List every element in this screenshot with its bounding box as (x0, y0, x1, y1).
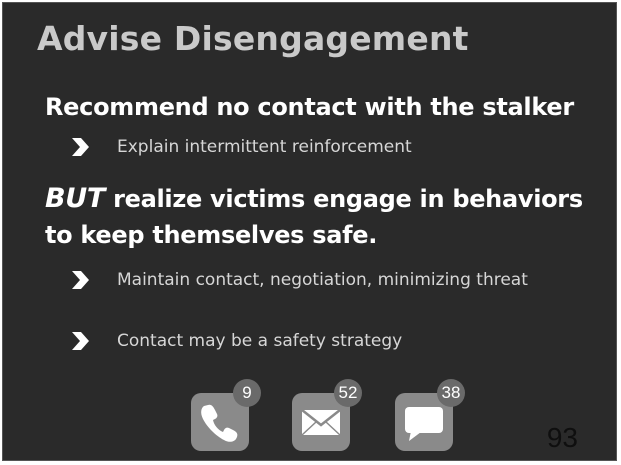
messages-badge: 38 (437, 379, 465, 407)
chevron-right-icon (72, 138, 89, 156)
phone-badge: 9 (233, 379, 261, 407)
section-heading-but: BUT realize victims engage in behaviors … (45, 181, 605, 253)
bullet-item: Contact may be a safety strategy (69, 330, 402, 352)
app-icon-row: 9 52 38 (191, 379, 491, 459)
bullet-item: Maintain contact, negotiation, minimizin… (69, 269, 528, 291)
mail-app: 52 (292, 379, 362, 451)
heading-rest: realize victims engage in behaviors to k… (45, 185, 583, 249)
bullet-text: Explain intermittent reinforcement (117, 137, 412, 157)
bullet-text: Contact may be a safety strategy (117, 331, 403, 351)
chevron-right-icon (72, 271, 89, 289)
page-number: 93 (546, 422, 578, 453)
heading-emphasis: BUT (45, 183, 106, 214)
phone-app: 9 (191, 379, 261, 451)
mail-badge: 52 (334, 379, 362, 407)
chevron-right-icon (72, 332, 89, 350)
section-heading-no-contact: Recommend no contact with the stalker (45, 93, 574, 121)
messages-app: 38 (395, 379, 465, 451)
bullet-text: Maintain contact, negotiation, minimizin… (117, 270, 528, 290)
slide-title: Advise Disengagement (37, 19, 469, 58)
slide: Advise Disengagement Recommend no contac… (2, 2, 617, 461)
bullet-item: Explain intermittent reinforcement (69, 136, 412, 158)
